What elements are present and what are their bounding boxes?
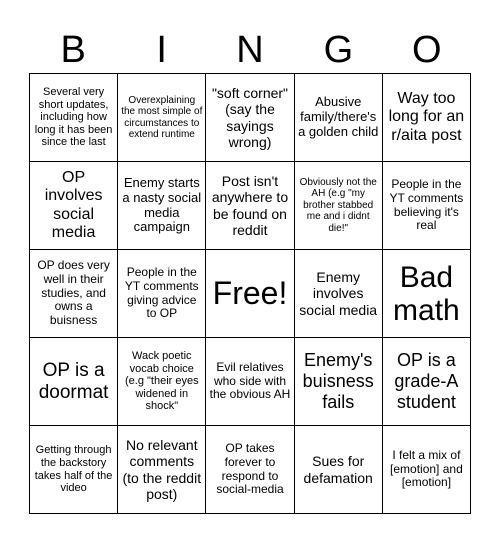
bingo-cell[interactable]: Enemy involves social media — [294, 250, 383, 338]
bingo-cell[interactable]: Several very short updates, including ho… — [30, 74, 119, 162]
header-letter-g: G — [323, 29, 354, 71]
header-letter-n: N — [236, 29, 264, 71]
bingo-cell[interactable]: Getting through the backstory takes half… — [30, 426, 119, 514]
bingo-grid: Several very short updates, including ho… — [29, 73, 471, 514]
bingo-cell[interactable]: I felt a mix of [emotion] and [emotion] — [382, 426, 471, 514]
bingo-header: B I N G O — [29, 28, 471, 72]
header-letter-i: I — [156, 29, 167, 71]
bingo-cell[interactable]: Enemy's buisness fails — [294, 338, 383, 426]
header-letter-b: B — [60, 29, 86, 71]
bingo-cell[interactable]: OP is a grade-A student — [382, 338, 471, 426]
bingo-cell[interactable]: OP involves social media — [30, 162, 119, 250]
bingo-cell[interactable]: Bad math — [382, 250, 471, 338]
bingo-cell[interactable]: No relevant comments (to the reddit post… — [118, 426, 207, 514]
bingo-cell[interactable]: Sues for defamation — [294, 426, 383, 514]
bingo-cell[interactable]: Wack poetic vocab choice (e.g "their eye… — [118, 338, 207, 426]
free-space[interactable]: Free! — [206, 250, 295, 338]
bingo-cell[interactable]: People in the YT comments giving advice … — [118, 250, 207, 338]
header-letter-o: O — [412, 29, 442, 71]
bingo-cell[interactable]: Abusive family/there's a golden child — [294, 74, 383, 162]
bingo-cell[interactable]: OP does very well in their studies, and … — [30, 250, 119, 338]
bingo-cell[interactable]: Obviously not the AH (e.g "my brother st… — [294, 162, 383, 250]
bingo-cell[interactable]: OP is a doormat — [30, 338, 119, 426]
bingo-cell[interactable]: "soft corner" (say the sayings wrong) — [206, 74, 295, 162]
bingo-cell[interactable]: Overexplaining the most simple of circum… — [118, 74, 207, 162]
bingo-cell[interactable]: Way too long for an r/aita post — [382, 74, 471, 162]
bingo-cell[interactable]: Post isn't anywhere to be found on reddi… — [206, 162, 295, 250]
bingo-cell[interactable]: OP takes forever to respond to social-me… — [206, 426, 295, 514]
bingo-cell[interactable]: People in the YT comments believing it's… — [382, 162, 471, 250]
bingo-cell[interactable]: Evil relatives who side with the obvious… — [206, 338, 295, 426]
bingo-cell[interactable]: Enemy starts a nasty social media campai… — [118, 162, 207, 250]
